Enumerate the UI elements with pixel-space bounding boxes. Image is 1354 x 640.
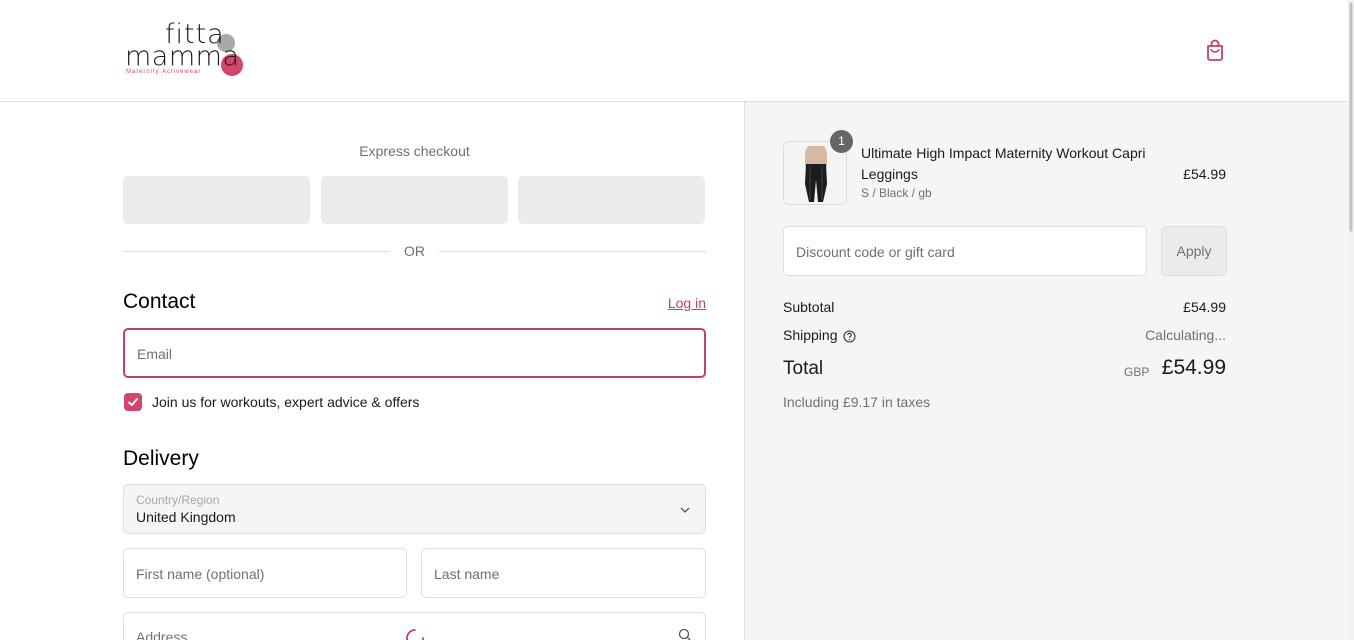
total-value: £54.99 [1161,356,1226,379]
last-name-field[interactable]: Last name [421,548,706,598]
first-name-field[interactable]: First name (optional) [123,548,407,598]
brand-logo[interactable]: fitta mamma Maternity Activewear [125,20,247,80]
checkmark-icon [128,398,138,406]
first-name-placeholder: First name (optional) [136,566,265,582]
product-variant: S / Black / gb [861,186,932,200]
shipping-label: Shipping [783,327,838,343]
discount-placeholder: Discount code or gift card [796,244,955,260]
shipping-value: Calculating... [1145,327,1226,343]
scrollbar-thumb[interactable] [1349,2,1353,232]
express-checkout-title: Express checkout [359,143,470,159]
quantity-badge: 1 [830,130,853,153]
logo-text-line2: mamma [125,41,240,72]
express-pay-button-3[interactable] [518,176,705,224]
express-pay-button-1[interactable] [123,176,310,224]
country-label: Country/Region [136,493,220,507]
shopping-bag-icon[interactable] [1204,38,1226,62]
subtotal-value: £54.99 [1183,299,1226,315]
country-select[interactable]: Country/Region United Kingdom [123,484,706,534]
email-placeholder: Email [137,346,173,362]
product-title: Ultimate High Impact Maternity Workout C… [861,145,1146,182]
address-field[interactable]: Address [123,612,706,640]
marketing-checkbox-label[interactable]: Join us for workouts, expert advice & of… [152,394,419,410]
page-scrollbar[interactable] [1348,0,1354,640]
chevron-down-icon [680,507,690,513]
last-name-placeholder: Last name [434,566,500,582]
subtotal-label: Subtotal [783,299,835,315]
contact-heading: Contact [123,290,196,313]
country-value: United Kingdom [136,509,236,525]
logo-tagline: Maternity Activewear [126,69,202,75]
or-divider: OR [123,241,706,261]
delivery-heading: Delivery [123,447,199,470]
express-pay-button-2[interactable] [321,176,508,224]
apply-discount-button[interactable]: Apply [1161,226,1227,276]
total-label: Total [783,358,824,379]
help-circle-icon[interactable] [843,330,856,343]
email-field[interactable]: Email [123,328,706,378]
loading-spinner-icon [406,629,424,640]
taxes-note: Including £9.17 in taxes [783,394,931,410]
product-price: £54.99 [1183,166,1226,182]
address-placeholder: Address [136,629,188,640]
header: fitta mamma Maternity Activewear [0,0,1348,102]
marketing-checkbox[interactable] [124,393,142,411]
search-icon [678,628,691,640]
divider-line-right [439,251,706,252]
discount-code-field[interactable]: Discount code or gift card [783,226,1147,276]
login-link[interactable]: Log in [606,295,706,311]
